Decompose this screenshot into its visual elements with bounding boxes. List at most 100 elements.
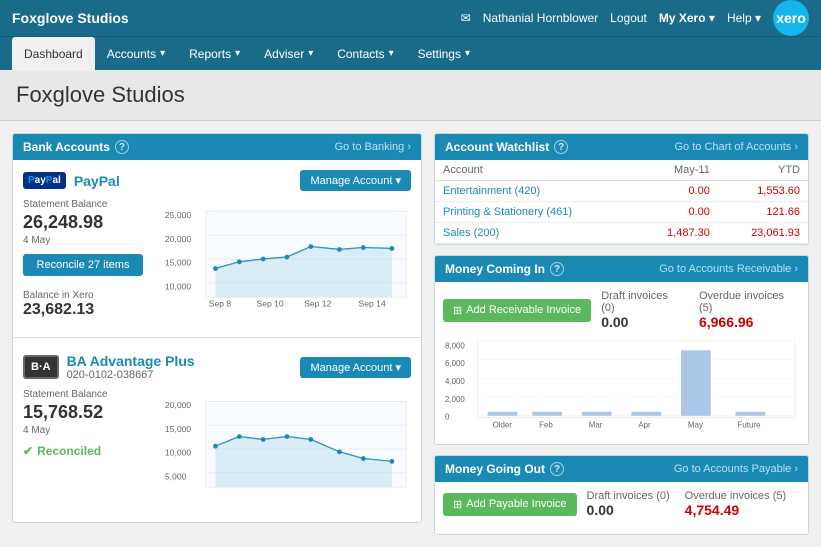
watchlist-title: Account Watchlist ? (445, 140, 568, 154)
svg-text:Older: Older (493, 421, 513, 430)
add-payable-invoice-button[interactable]: ⊞ Add Payable Invoice (443, 493, 577, 516)
svg-text:Apr: Apr (638, 421, 651, 430)
svg-text:8,000: 8,000 (445, 341, 465, 350)
svg-text:Mar: Mar (589, 421, 603, 430)
user-name: Nathanial Hornblower (483, 11, 598, 25)
money-in-chart: 8,000 6,000 4,000 2,000 0 (443, 338, 800, 436)
watchlist-table: Account May-11 YTD Entertainment (420) 0… (435, 160, 808, 244)
svg-text:2,000: 2,000 (445, 395, 465, 404)
payable-overdue-label: Overdue invoices (5) (685, 490, 787, 502)
go-to-chart-link[interactable]: Go to Chart of Accounts › (674, 141, 798, 153)
ba-account-name[interactable]: BA Advantage Plus (67, 353, 195, 369)
money-out-card: Money Going Out ? Go to Accounts Payable… (434, 455, 809, 535)
svg-text:6,000: 6,000 (445, 359, 465, 368)
ba-statement-value: 15,768.52 (23, 402, 153, 423)
svg-text:10,000: 10,000 (165, 448, 191, 458)
watchlist-header-row: Account May-11 YTD (435, 160, 808, 181)
right-panel: Account Watchlist ? Go to Chart of Accou… (434, 133, 809, 535)
paypal-statement-label: Statement Balance (23, 199, 153, 210)
paypal-balance-label: Balance in Xero (23, 290, 153, 301)
paypal-reconcile-button[interactable]: Reconcile 27 items (23, 254, 143, 276)
draft-invoices-stat: Draft invoices (0) 0.00 (601, 290, 684, 330)
svg-text:Feb: Feb (539, 421, 553, 430)
ba-brand: B·A BA Advantage Plus 020-0102-038667 (23, 353, 195, 381)
svg-text:Sep 12: Sep 12 (304, 299, 331, 309)
watchlist-account-link[interactable]: Printing & Stationery (461) (443, 206, 572, 218)
watchlist-account-link[interactable]: Sales (200) (443, 227, 499, 239)
watchlist-row: Printing & Stationery (461) 0.00 121.66 (435, 202, 808, 223)
svg-text:5,000: 5,000 (165, 472, 187, 482)
nav-settings[interactable]: Settings ▾ (406, 37, 482, 71)
watchlist-card: Account Watchlist ? Go to Chart of Accou… (434, 133, 809, 245)
go-to-banking-link[interactable]: Go to Banking › (335, 141, 411, 153)
svg-text:4,000: 4,000 (445, 377, 465, 386)
payable-draft-stat: Draft invoices (0) 0.00 (587, 490, 670, 518)
money-in-body: ⊞ Add Receivable Invoice Draft invoices … (435, 282, 808, 444)
payable-stats: Draft invoices (0) 0.00 Overdue invoices… (587, 490, 787, 518)
bank-accounts-card: Bank Accounts ? Go to Banking › PayPal P… (12, 133, 422, 523)
ba-manage-button[interactable]: Manage Account ▾ (300, 357, 411, 378)
money-in-title: Money Coming In ? (445, 262, 564, 276)
watchlist-may-cell: 0.00 (636, 202, 718, 223)
account-separator (13, 337, 421, 338)
paypal-account: PayPal PayPal Manage Account ▾ Statement… (13, 160, 421, 332)
draft-value: 0.00 (601, 314, 684, 330)
nav-adviser[interactable]: Adviser ▾ (252, 37, 325, 71)
overdue-invoices-stat: Overdue invoices (5) 6,966.96 (699, 290, 800, 330)
money-out-row: ⊞ Add Payable Invoice Draft invoices (0)… (443, 490, 800, 518)
ba-account-info-label: BA Advantage Plus 020-0102-038667 (67, 353, 195, 381)
logout-link[interactable]: Logout (610, 11, 647, 25)
paypal-account-body: Statement Balance 26,248.98 4 May Reconc… (23, 199, 411, 322)
paypal-chart-svg: 25,000 20,000 15,000 10,000 (163, 199, 411, 319)
svg-text:0: 0 (445, 413, 450, 422)
nav-reports[interactable]: Reports ▾ (177, 37, 252, 71)
paypal-account-row: PayPal PayPal Manage Account ▾ (23, 170, 411, 191)
svg-text:15,000: 15,000 (165, 424, 191, 434)
svg-text:Sep 8: Sep 8 (209, 299, 232, 309)
watchlist-header: Account Watchlist ? Go to Chart of Accou… (435, 134, 808, 160)
watchlist-ytd-cell: 23,061.93 (718, 223, 808, 244)
plus-icon-out: ⊞ (453, 498, 462, 511)
ba-reconciled-badge: ✔ Reconciled (23, 444, 153, 458)
svg-text:15,000: 15,000 (165, 258, 191, 268)
page-header: Foxglove Studios (0, 70, 821, 121)
email-icon: ✉ (461, 11, 471, 25)
ba-statement-label: Statement Balance (23, 389, 153, 400)
left-panel: Bank Accounts ? Go to Banking › PayPal P… (12, 133, 422, 535)
ba-chart: 20,000 15,000 10,000 5,000 (163, 389, 411, 512)
top-bar-right: ✉ Nathanial Hornblower Logout My Xero ▾ … (461, 0, 809, 36)
my-xero-link[interactable]: My Xero ▾ (659, 11, 715, 25)
money-out-header: Money Going Out ? Go to Accounts Payable… (435, 456, 808, 482)
svg-text:25,000: 25,000 (165, 210, 191, 220)
page-title: Foxglove Studios (16, 82, 805, 108)
add-receivable-invoice-button[interactable]: ⊞ Add Receivable Invoice (443, 299, 591, 322)
watchlist-account-cell: Printing & Stationery (461) (435, 202, 636, 223)
watchlist-may-cell: 1,487.30 (636, 223, 718, 244)
nav-accounts[interactable]: Accounts ▾ (95, 37, 177, 71)
watchlist-ytd-cell: 1,553.60 (718, 181, 808, 202)
main-content: Bank Accounts ? Go to Banking › PayPal P… (0, 121, 821, 547)
money-out-title: Money Going Out ? (445, 462, 564, 476)
nav-contacts[interactable]: Contacts ▾ (325, 37, 405, 71)
svg-text:May: May (688, 421, 703, 430)
ba-account: B·A BA Advantage Plus 020-0102-038667 Ma… (13, 343, 421, 522)
svg-text:10,000: 10,000 (165, 282, 191, 292)
watchlist-account-link[interactable]: Entertainment (420) (443, 185, 540, 197)
paypal-manage-button[interactable]: Manage Account ▾ (300, 170, 411, 191)
bank-accounts-header: Bank Accounts ? Go to Banking › (13, 134, 421, 160)
paypal-brand: PayPal PayPal (23, 172, 120, 189)
paypal-account-name[interactable]: PayPal (74, 173, 120, 189)
paypal-statement-date: 4 May (23, 235, 153, 246)
paypal-logo: PayPal (23, 172, 66, 189)
help-link[interactable]: Help ▾ (727, 11, 761, 25)
svg-text:20,000: 20,000 (165, 234, 191, 244)
money-in-row: ⊞ Add Receivable Invoice Draft invoices … (443, 290, 800, 330)
nav-dashboard[interactable]: Dashboard (12, 37, 95, 71)
bank-accounts-info-icon: ? (115, 140, 129, 154)
go-to-payable-link[interactable]: Go to Accounts Payable › (674, 463, 798, 475)
col-account: Account (435, 160, 636, 181)
go-to-receivable-link[interactable]: Go to Accounts Receivable › (659, 263, 798, 275)
nav-bar: Dashboard Accounts ▾ Reports ▾ Adviser ▾… (0, 36, 821, 70)
overdue-value: 6,966.96 (699, 314, 800, 330)
paypal-statement-value: 26,248.98 (23, 212, 153, 233)
